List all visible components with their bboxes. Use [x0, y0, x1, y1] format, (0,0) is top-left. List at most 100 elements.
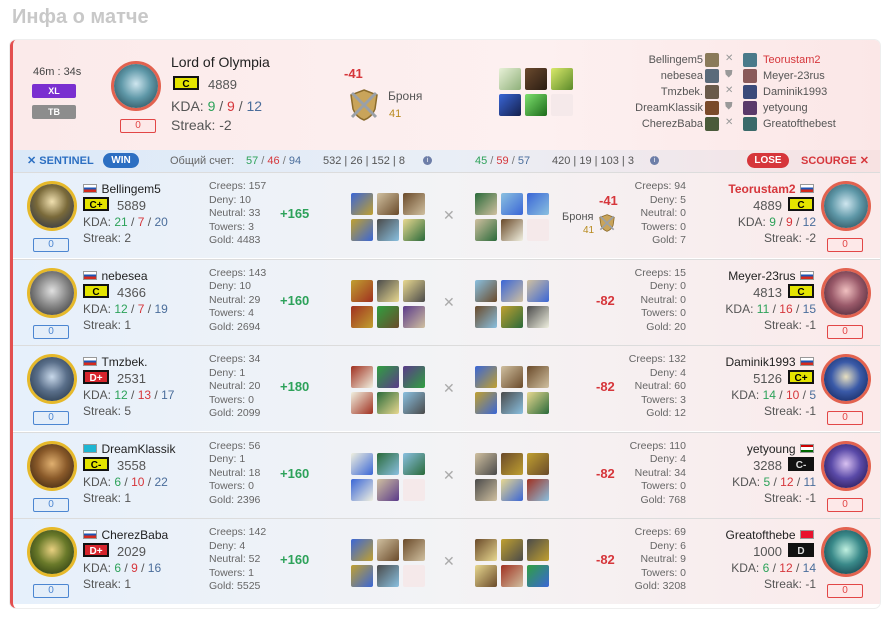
- item-slot[interactable]: [403, 279, 425, 302]
- scourge-player-avatar[interactable]: [821, 181, 871, 231]
- item-slot[interactable]: [351, 305, 373, 328]
- item-slot[interactable]: [475, 539, 497, 561]
- item-slot[interactable]: [501, 193, 523, 215]
- sentinel-player-name[interactable]: Tmzbek.: [101, 355, 147, 369]
- item-slot[interactable]: [377, 219, 399, 241]
- item-slot[interactable]: [501, 305, 523, 328]
- sentinel-player-name[interactable]: Bellingem5: [101, 182, 160, 196]
- item-slot[interactable]: [527, 452, 549, 475]
- scourge-player-avatar[interactable]: [821, 267, 871, 318]
- item-slot[interactable]: [403, 452, 425, 475]
- item-slot[interactable]: [527, 478, 549, 501]
- matchup-left-name[interactable]: nebesea: [661, 70, 703, 82]
- matchup-left-name[interactable]: DreamKlassik: [635, 102, 703, 114]
- item-slot[interactable]: [475, 366, 497, 388]
- matchup-left-name[interactable]: CherezBaba: [642, 118, 703, 130]
- scourge-player-name[interactable]: yetyoung: [747, 442, 796, 456]
- item-slot[interactable]: [377, 452, 399, 475]
- item-slot[interactable]: [525, 94, 547, 116]
- matchup-right-name[interactable]: Greatofthebest: [763, 118, 836, 130]
- item-slot[interactable]: [527, 565, 549, 587]
- item-slot[interactable]: [527, 392, 549, 414]
- item-slot[interactable]: [377, 539, 399, 561]
- item-slot[interactable]: [527, 366, 549, 388]
- item-slot[interactable]: [403, 193, 425, 215]
- item-slot[interactable]: [525, 68, 547, 90]
- matchup-right-name[interactable]: Meyer-23rus: [763, 70, 825, 82]
- item-slot[interactable]: [351, 539, 373, 561]
- item-slot[interactable]: [377, 366, 399, 388]
- item-slot[interactable]: [475, 452, 497, 475]
- item-slot[interactable]: [377, 478, 399, 501]
- sentinel-player-avatar[interactable]: [27, 181, 77, 231]
- scourge-player-name[interactable]: Teorustam2: [728, 182, 795, 196]
- item-slot[interactable]: [351, 279, 373, 302]
- item-slot[interactable]: [475, 219, 497, 241]
- sentinel-player-name[interactable]: CherezBaba: [101, 528, 168, 542]
- item-slot[interactable]: [527, 539, 549, 561]
- item-slot[interactable]: [475, 392, 497, 414]
- matchup-left-name[interactable]: Bellingem5: [649, 54, 703, 66]
- item-slot[interactable]: [501, 478, 523, 501]
- player-avatar[interactable]: [111, 61, 161, 111]
- item-slot[interactable]: [403, 366, 425, 388]
- item-slot[interactable]: [527, 279, 549, 302]
- item-slot[interactable]: [377, 305, 399, 328]
- scourge-player-stats: Creeps: 132 Deny: 4 Neutral: 60 Towers: 3 Go…: [629, 353, 686, 421]
- item-slot[interactable]: [403, 539, 425, 561]
- item-slot[interactable]: [551, 68, 573, 90]
- mmr-delta: -82: [596, 465, 615, 481]
- item-slot[interactable]: [475, 478, 497, 501]
- scourge-player-name[interactable]: Greatofthebe: [725, 528, 795, 542]
- item-slot[interactable]: [527, 193, 549, 215]
- scourge-player-avatar[interactable]: [821, 440, 871, 491]
- item-slot[interactable]: [501, 366, 523, 388]
- item-slot[interactable]: [377, 565, 399, 587]
- item-slot[interactable]: [351, 392, 373, 414]
- scourge-player-name[interactable]: Meyer-23rus: [728, 269, 795, 283]
- item-slot[interactable]: [475, 565, 497, 587]
- scourge-player-name[interactable]: Daminik1993: [726, 355, 796, 369]
- matchup-left-name[interactable]: Tmzbek.: [661, 86, 703, 98]
- player-name[interactable]: Lord of Olympia: [171, 54, 270, 70]
- item-slot[interactable]: [377, 279, 399, 302]
- item-slot[interactable]: [501, 279, 523, 302]
- sentinel-player-avatar[interactable]: [27, 440, 77, 491]
- player-badge: 0: [33, 584, 69, 598]
- item-slot[interactable]: [403, 392, 425, 414]
- item-slot[interactable]: [475, 305, 497, 328]
- item-slot[interactable]: [475, 193, 497, 215]
- item-slot[interactable]: [527, 305, 549, 328]
- item-slot[interactable]: [351, 366, 373, 388]
- item-slot[interactable]: [351, 219, 373, 241]
- sentinel-player-avatar[interactable]: [27, 354, 77, 404]
- item-slot[interactable]: [351, 193, 373, 215]
- matchup-right-name[interactable]: Teorustam2: [763, 54, 820, 66]
- item-slot[interactable]: [501, 565, 523, 587]
- item-slot[interactable]: [499, 94, 521, 116]
- item-slot[interactable]: [377, 193, 399, 215]
- item-slot[interactable]: [403, 219, 425, 241]
- sentinel-player-name[interactable]: nebesea: [101, 269, 147, 283]
- matchup-right-name[interactable]: yetyoung: [763, 102, 808, 114]
- item-slot[interactable]: [351, 452, 373, 475]
- scourge-player-avatar[interactable]: [821, 354, 871, 404]
- item-slot[interactable]: [499, 68, 521, 90]
- sentinel-player-stats: Creeps: 143 Deny: 10 Neutral: 29 Towers: 4G…: [209, 267, 266, 335]
- item-slot[interactable]: [475, 279, 497, 302]
- item-slot[interactable]: [501, 219, 523, 241]
- info-icon[interactable]: i: [650, 156, 659, 165]
- sentinel-player-name[interactable]: DreamKlassik: [101, 442, 175, 456]
- matchup-right-name[interactable]: Daminik1993: [763, 86, 827, 98]
- item-slot[interactable]: [377, 392, 399, 414]
- item-slot[interactable]: [501, 539, 523, 561]
- sentinel-player-avatar[interactable]: [27, 267, 77, 318]
- item-slot[interactable]: [501, 392, 523, 414]
- item-slot[interactable]: [501, 452, 523, 475]
- item-slot[interactable]: [351, 478, 373, 501]
- item-slot[interactable]: [351, 565, 373, 587]
- info-icon[interactable]: i: [423, 156, 432, 165]
- sentinel-player-avatar[interactable]: [27, 527, 77, 577]
- scourge-player-avatar[interactable]: [821, 527, 871, 577]
- item-slot[interactable]: [403, 305, 425, 328]
